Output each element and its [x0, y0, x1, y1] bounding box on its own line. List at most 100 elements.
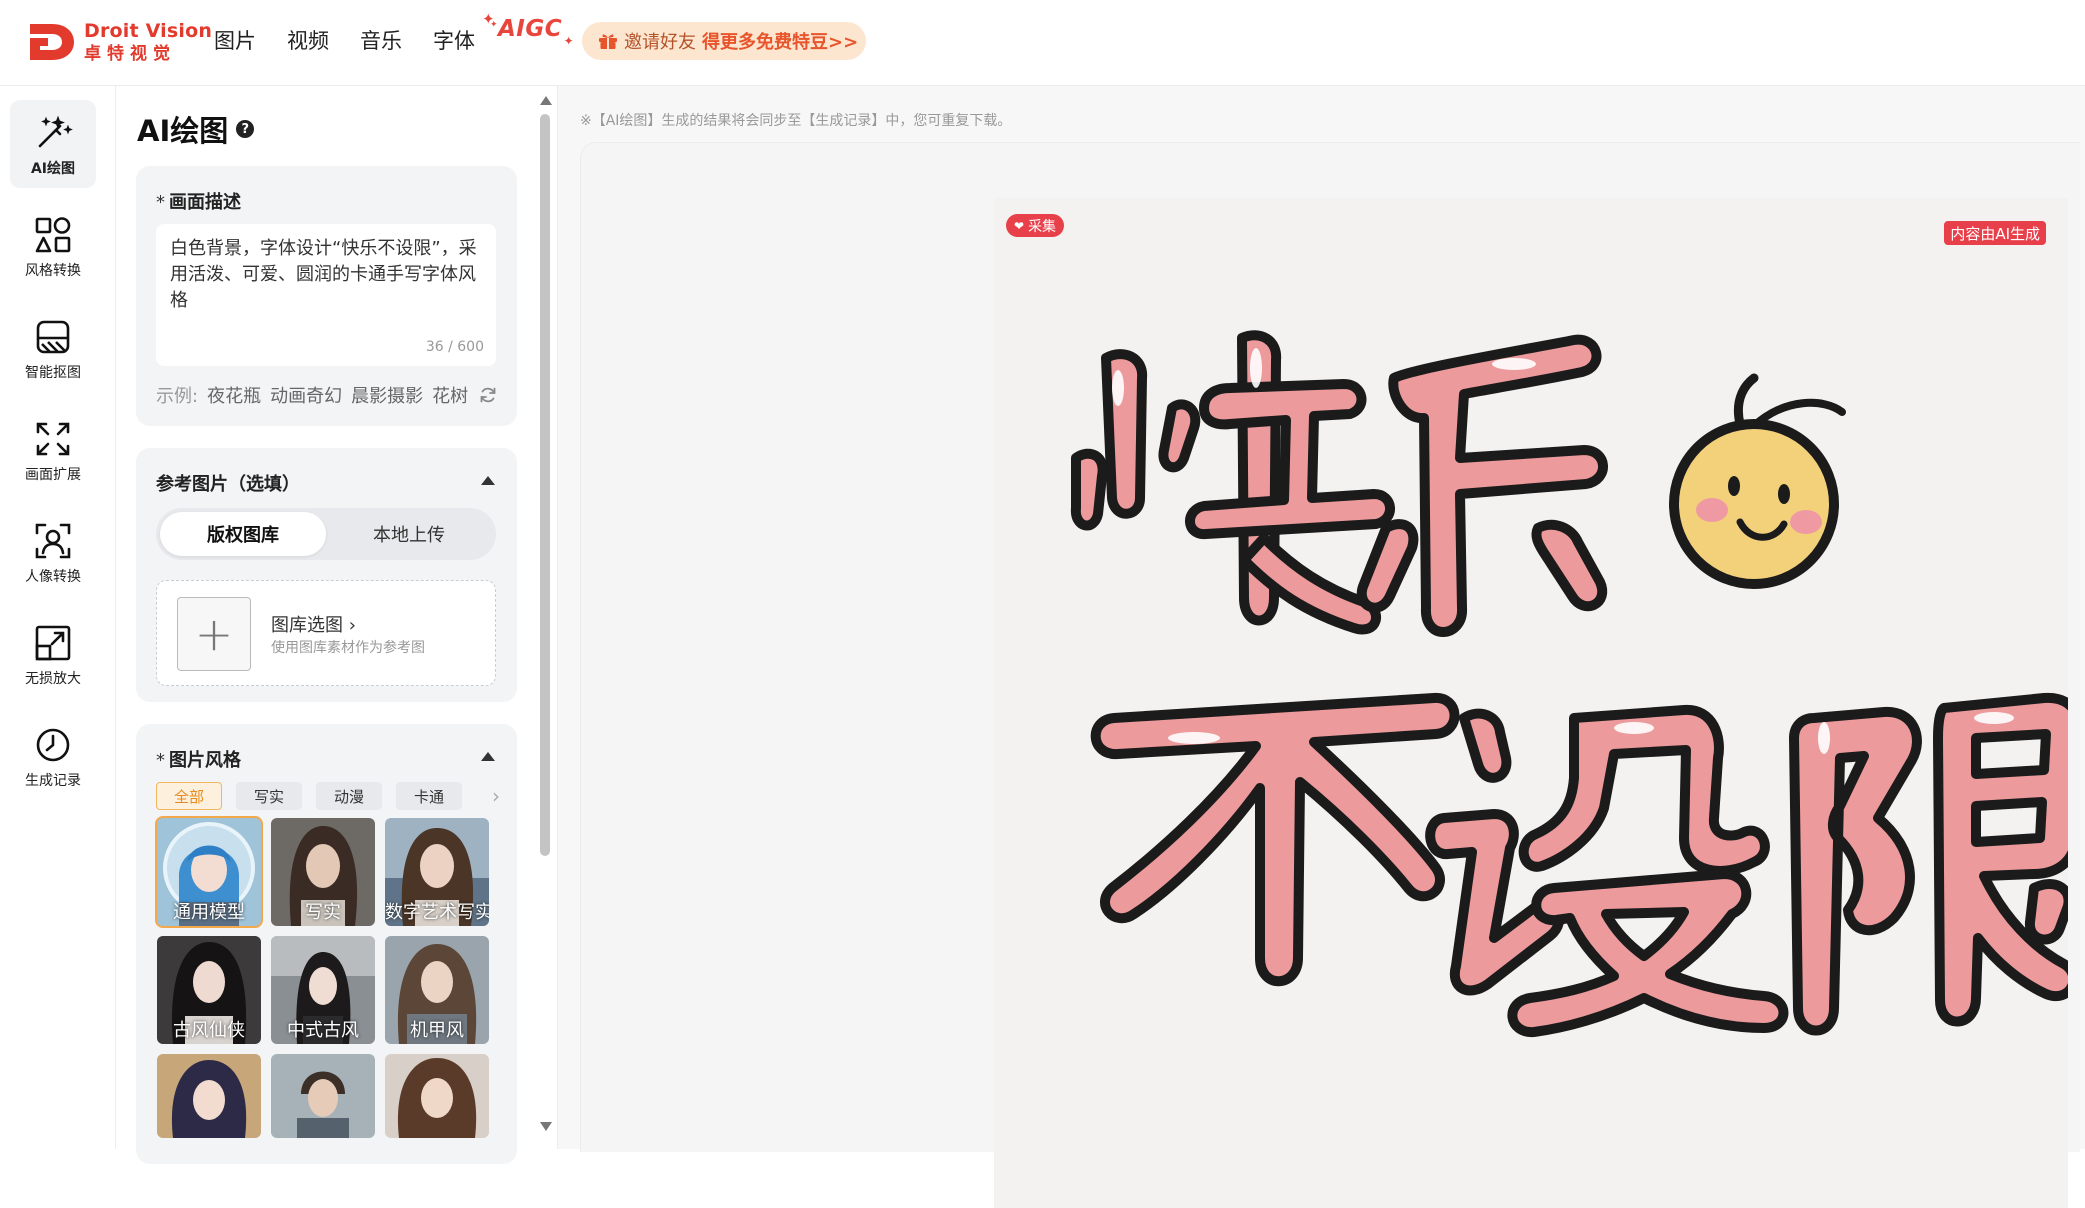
style-tile-realistic[interactable]: 写实 — [271, 818, 375, 926]
collect-icon: ❤ — [1014, 218, 1025, 233]
result-canvas: ❤ 采集 内容由AI生成 — [580, 142, 2080, 1208]
tab-copyright-library[interactable]: 版权图库 — [160, 512, 326, 556]
style-tile-general[interactable]: 通用模型 — [155, 816, 263, 928]
required-mark: * — [156, 750, 165, 771]
aigc-label: AIGC — [498, 16, 563, 42]
gift-icon — [599, 34, 617, 49]
sidebar-item-upscale[interactable]: 无损放大 — [10, 610, 96, 698]
nav-item-fonts[interactable]: 字体 — [433, 26, 475, 56]
examples-label: 示例: — [156, 386, 199, 407]
example-chip[interactable]: 动画奇幻 — [270, 382, 342, 408]
sidebar-item-outpaint[interactable]: 画面扩展 — [10, 406, 96, 494]
portrait-scan-icon — [35, 523, 71, 559]
nav-item-video[interactable]: 视频 — [287, 26, 329, 56]
style-tile-label: 写实 — [305, 902, 341, 923]
style-filter-chips: 全部 写实 动漫 卡通 — [156, 782, 476, 810]
expand-icon — [36, 422, 70, 456]
magic-wand-icon — [38, 115, 73, 148]
example-chip[interactable]: 晨影摄影 — [351, 382, 423, 408]
sidebar-label: 无损放大 — [25, 671, 81, 687]
char-counter: 36 / 600 — [425, 339, 484, 355]
scroll-up-arrow-icon[interactable] — [540, 96, 552, 105]
preview-area: ※【AI绘图】生成的结果将会同步至【生成记录】中，您可重复下载。 ❤ 采集 内容… — [557, 86, 2085, 1208]
plus-icon: + — [177, 597, 251, 671]
sidebar-item-smart-cutout[interactable]: 智能抠图 — [10, 304, 96, 392]
sidebar-item-portrait-transfer[interactable]: 人像转换 — [10, 508, 96, 596]
logo-english-text: Droit Vision — [84, 19, 213, 42]
chevron-right-icon[interactable]: › — [492, 784, 500, 808]
style-tile[interactable] — [271, 1054, 375, 1138]
sidebar-label: 画面扩展 — [25, 467, 81, 483]
required-mark: * — [156, 192, 165, 213]
sidebar-label: 生成记录 — [25, 773, 81, 789]
style-tile-digital-art[interactable]: 数字艺术写实 — [385, 818, 489, 926]
panel-scrollbar-thumb[interactable] — [540, 114, 550, 856]
sparkle-tail-icon: ✦ — [563, 34, 575, 48]
library-pick-subtitle: 使用图库素材作为参考图 — [271, 640, 425, 656]
description-textarea[interactable]: 白色背景，字体设计“快乐不设限”，采用活泼、可爱、圆润的卡通手写字体风格 36 … — [156, 224, 496, 366]
filter-chip-cartoon[interactable]: 卡通 — [396, 782, 462, 810]
sidebar-item-style-transfer[interactable]: 风格转换 — [10, 202, 96, 290]
style-tile-chinese-ancient[interactable]: 中式古风 — [271, 936, 375, 1044]
panel-title: AI绘图 ? — [137, 108, 255, 150]
sidebar-label: 智能抠图 — [25, 365, 81, 381]
collect-button[interactable]: ❤ 采集 — [1006, 214, 1065, 237]
shapes-icon — [35, 217, 71, 253]
filter-chip-all[interactable]: 全部 — [156, 782, 222, 810]
filter-chip-anime[interactable]: 动漫 — [316, 782, 382, 810]
help-icon[interactable]: ? — [236, 120, 255, 138]
tool-sidebar: AI绘图 风格转换 智能抠图 画面扩展 人像转换 无损放大 生成记录 — [0, 86, 116, 1149]
logo-chinese-text: 卓特视觉 — [84, 43, 176, 64]
style-tile-xianxia[interactable]: 古风仙侠 — [157, 936, 261, 1044]
sync-notice: ※【AI绘图】生成的结果将会同步至【生成记录】中，您可重复下载。 — [580, 113, 1012, 129]
style-tile-mecha[interactable]: 机甲风 — [385, 936, 489, 1044]
style-label-text: 图片风格 — [169, 750, 241, 771]
invite-highlight: 得更多免费特豆>> — [702, 32, 859, 53]
nav-item-aigc[interactable]: ✦ ✦ AIGC ✦ — [482, 10, 574, 48]
library-picker[interactable]: + 图库选图 › 使用图库素材作为参考图 — [156, 580, 496, 686]
generated-image[interactable]: ❤ 采集 内容由AI生成 — [994, 198, 2068, 1208]
description-label: * 画面描述 — [156, 188, 241, 214]
sidebar-item-history[interactable]: 生成记录 — [10, 712, 96, 800]
tab-local-upload[interactable]: 本地上传 — [326, 512, 492, 556]
style-tile-label: 古风仙侠 — [173, 1020, 245, 1041]
sidebar-label: AI绘图 — [30, 161, 76, 177]
reference-source-tabs: 版权图库 本地上传 — [156, 508, 496, 560]
description-label-text: 画面描述 — [169, 192, 241, 213]
collapse-toggle-icon[interactable] — [481, 476, 495, 485]
nav-item-images[interactable]: 图片 — [214, 26, 256, 56]
invite-prefix: 邀请好友 — [624, 32, 696, 53]
reference-card: 参考图片（选填） 版权图库 本地上传 + 图库选图 › 使用图库素材作为参考图 — [136, 448, 517, 702]
collect-label: 采集 — [1028, 218, 1057, 235]
enlarge-icon — [35, 625, 71, 661]
sidebar-item-ai-drawing[interactable]: AI绘图 — [10, 100, 96, 188]
chevron-right-icon: › — [348, 615, 356, 636]
example-chip[interactable]: 花树 — [432, 382, 468, 408]
generated-artwork — [994, 198, 2068, 1208]
invite-friends-banner[interactable]: 邀请好友 得更多免费特豆>> — [582, 22, 866, 60]
brand-logo[interactable]: Droit Vision 卓特视觉 — [28, 18, 212, 66]
nav-item-music[interactable]: 音乐 — [360, 26, 402, 56]
library-pick-title-text: 图库选图 — [271, 615, 343, 636]
style-tile-label: 中式古风 — [287, 1020, 359, 1041]
description-value: 白色背景，字体设计“快乐不设限”，采用活泼、可爱、圆润的卡通手写字体风格 — [170, 238, 477, 311]
example-chip[interactable]: 夜花瓶 — [207, 382, 261, 408]
style-tile-label: 机甲风 — [410, 1020, 464, 1041]
main-nav: 图片 视频 音乐 字体 — [214, 26, 506, 56]
collapse-toggle-icon[interactable] — [481, 752, 495, 761]
scroll-down-arrow-icon[interactable] — [540, 1122, 552, 1131]
filter-chip-realistic[interactable]: 写实 — [236, 782, 302, 810]
cutout-icon — [36, 320, 70, 354]
top-header: Droit Vision 卓特视觉 图片 视频 音乐 字体 ✦ ✦ AIGC ✦… — [0, 0, 2085, 86]
style-thumbnail — [271, 1054, 375, 1138]
style-tile[interactable] — [157, 1054, 261, 1138]
control-panel: AI绘图 ? * 画面描述 白色背景，字体设计“快乐不设限”，采用活泼、可爱、圆润… — [117, 86, 557, 1164]
panel-title-text: AI绘图 — [137, 114, 229, 148]
clock-icon — [36, 728, 70, 762]
sparkle-small-icon: ✦ — [490, 20, 499, 30]
refresh-icon[interactable] — [478, 385, 498, 405]
style-thumbnail — [157, 1054, 261, 1138]
style-tile[interactable] — [385, 1054, 489, 1138]
logo-mark-icon — [30, 24, 74, 60]
style-card: * 图片风格 全部 写实 动漫 卡通 › 通用模型 写实 数字艺术写实 古风仙侠… — [136, 724, 517, 1164]
